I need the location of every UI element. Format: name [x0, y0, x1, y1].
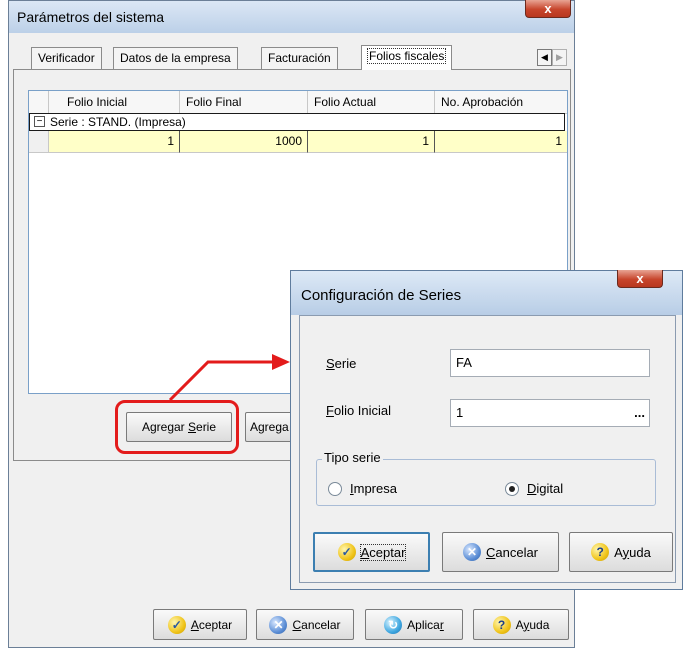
x-circle-icon: ✕: [462, 543, 481, 561]
tab-verificador-label: Verificador: [38, 51, 95, 65]
cell-no-aprobacion-value: 1: [555, 134, 562, 148]
main-aplicar-label: Aplicar: [407, 617, 444, 632]
main-cancelar-label: Cancelar: [292, 617, 341, 632]
dialog-aceptar-label: Aceptar: [359, 543, 407, 561]
refresh-icon: ↻: [384, 615, 403, 634]
folio-inicial-input[interactable]: 1 ...: [450, 399, 650, 427]
tab-verificador[interactable]: Verificador: [31, 47, 102, 69]
column-header-folio-final-label: Folio Final: [186, 95, 242, 109]
radio-digital[interactable]: Digital: [505, 481, 563, 496]
column-header-no-aprobacion[interactable]: No. Aprobación: [435, 91, 567, 113]
column-header-no-aprobacion-label: No. Aprobación: [441, 95, 524, 109]
arrow-left-icon: ◀: [541, 52, 548, 62]
tab-folios-fiscales[interactable]: Folios fiscales: [361, 45, 453, 70]
question-icon: ?: [492, 615, 511, 634]
serie-label: Serie: [326, 356, 357, 371]
cell-folio-final-value: 1000: [275, 134, 302, 148]
folio-inicial-input-value: 1: [456, 405, 464, 420]
tab-scroll-right-button[interactable]: ▶: [552, 49, 567, 66]
row-indicator: [29, 131, 49, 153]
grid-group-label: Serie : STAND. (Impresa): [50, 115, 186, 129]
cell-folio-actual-value: 1: [422, 134, 429, 148]
cell-folio-inicial[interactable]: 1: [49, 131, 180, 153]
cell-folio-actual[interactable]: 1: [308, 131, 435, 153]
dialog-body: Serie FA Folio Inicial 1 ... Tipo serie …: [299, 315, 676, 583]
folio-inicial-label: Folio Inicial: [326, 403, 392, 418]
x-circle-icon: ✕: [269, 615, 288, 634]
dialog-cancelar-button[interactable]: ✕ Cancelar: [442, 532, 559, 572]
highlight-box: [115, 400, 239, 454]
main-window-title: Parámetros del sistema: [17, 9, 165, 25]
close-icon: x: [544, 1, 552, 16]
check-icon: ✓: [337, 543, 356, 561]
main-aceptar-label: Aceptar: [190, 617, 233, 632]
radio-digital-circle[interactable]: [505, 481, 519, 496]
arrow-right-icon: ▶: [556, 52, 563, 62]
column-header-folio-actual-label: Folio Actual: [314, 95, 377, 109]
dialog-ayuda-label: Ayuda: [614, 544, 651, 560]
agregar-partial-label: Agrega: [250, 420, 289, 434]
radio-impresa-circle[interactable]: [328, 481, 342, 496]
serie-input-value: FA: [456, 355, 472, 370]
dialog-close-button[interactable]: x: [617, 270, 663, 288]
radio-digital-label: Digital: [527, 481, 564, 496]
dialog-title: Configuración de Series: [301, 287, 462, 304]
grid-header-indicator: [29, 91, 49, 113]
cell-folio-final[interactable]: 1000: [180, 131, 308, 153]
dialog-cancelar-label: Cancelar: [485, 544, 539, 560]
check-icon: ✓: [167, 615, 186, 634]
question-icon: ?: [591, 543, 610, 561]
grid-header: Folio Inicial Folio Final Folio Actual N…: [29, 91, 567, 114]
radio-selected-dot: [509, 485, 515, 492]
close-icon: x: [636, 271, 644, 286]
serie-input[interactable]: FA: [450, 349, 650, 377]
folio-browse-button[interactable]: ...: [634, 400, 645, 426]
radio-impresa[interactable]: Impresa: [328, 481, 397, 496]
column-header-folio-inicial-label: Folio Inicial: [67, 95, 128, 109]
main-aceptar-button[interactable]: ✓ Aceptar: [153, 609, 247, 640]
series-config-dialog: Configuración de Series x Serie FA Folio…: [290, 270, 683, 590]
main-ayuda-label: Ayuda: [515, 617, 550, 632]
cell-folio-inicial-value: 1: [167, 134, 174, 148]
main-close-button[interactable]: x: [525, 0, 571, 18]
table-row[interactable]: 1 1000 1 1: [29, 131, 567, 153]
cell-no-aprobacion[interactable]: 1: [435, 131, 567, 153]
main-titlebar: Parámetros del sistema x: [9, 0, 574, 33]
radio-impresa-label: Impresa: [350, 481, 397, 496]
main-ayuda-button[interactable]: ? Ayuda: [473, 609, 569, 640]
column-header-folio-final[interactable]: Folio Final: [180, 91, 308, 113]
grid-group-row[interactable]: − Serie : STAND. (Impresa): [29, 113, 565, 131]
tab-datos-empresa-label: Datos de la empresa: [120, 51, 231, 65]
tab-facturacion-label: Facturación: [268, 51, 331, 65]
tab-facturacion[interactable]: Facturación: [261, 47, 338, 69]
main-aplicar-button[interactable]: ↻ Aplicar: [365, 609, 463, 640]
tab-scroll-left-button[interactable]: ◀: [537, 49, 552, 66]
dialog-aceptar-button[interactable]: ✓ Aceptar: [313, 532, 430, 572]
dialog-titlebar: Configuración de Series x: [291, 270, 682, 315]
tipo-serie-legend: Tipo serie: [322, 450, 383, 465]
dialog-ayuda-button[interactable]: ? Ayuda: [569, 532, 673, 572]
group-collapse-toggle[interactable]: −: [34, 116, 45, 127]
column-header-folio-inicial[interactable]: Folio Inicial: [49, 91, 180, 113]
tab-folios-fiscales-label: Folios fiscales: [366, 48, 447, 64]
tab-datos-empresa[interactable]: Datos de la empresa: [113, 47, 238, 69]
column-header-folio-actual[interactable]: Folio Actual: [308, 91, 435, 113]
main-cancelar-button[interactable]: ✕ Cancelar: [256, 609, 354, 640]
